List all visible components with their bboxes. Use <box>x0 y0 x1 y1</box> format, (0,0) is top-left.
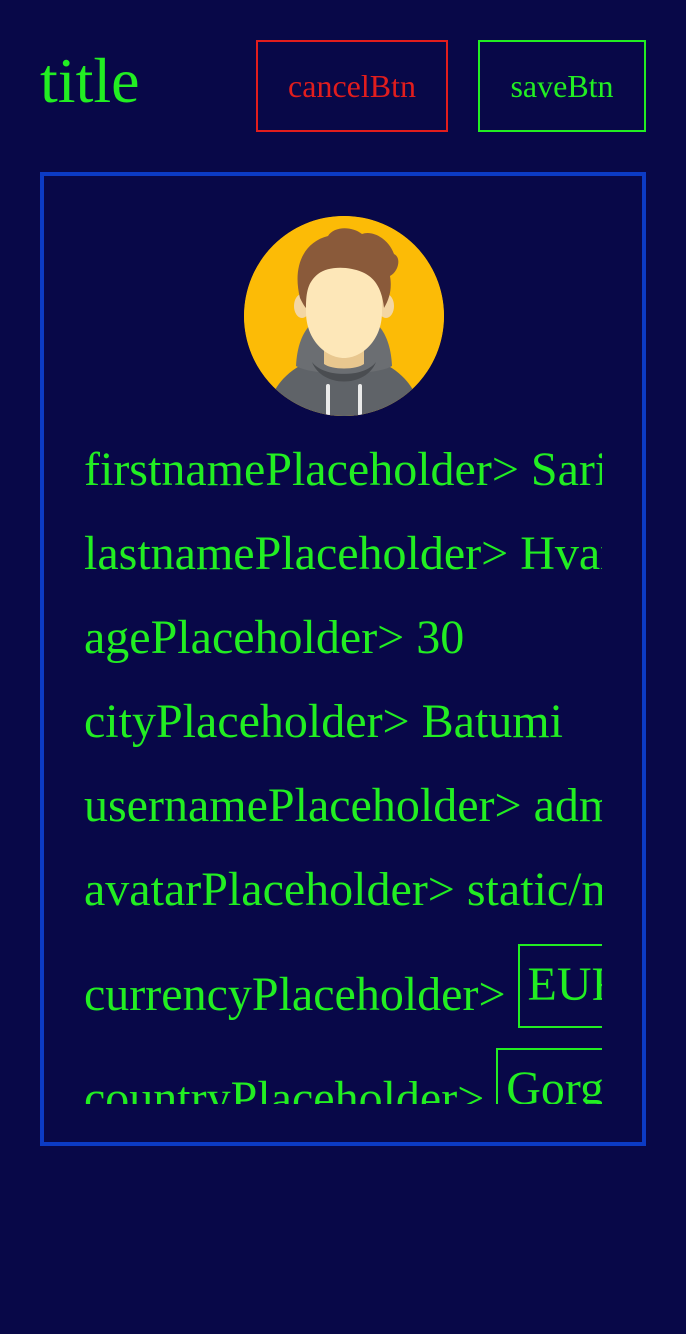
user-avatar-hoodie-icon <box>244 216 444 416</box>
username-field[interactable]: usernamePlaceholder>admin <box>84 778 602 834</box>
save-button[interactable]: saveBtn <box>478 40 646 132</box>
lastname-label: lastnamePlaceholder> <box>84 527 509 580</box>
currency-label: currencyPlaceholder> <box>84 968 506 1021</box>
avatar <box>244 216 444 416</box>
profile-fields: firstnamePlaceholder>Sarik lastnamePlace… <box>84 434 602 1104</box>
currency-select[interactable]: EUR <box>517 944 602 1028</box>
page-title: title <box>40 45 140 116</box>
firstname-field[interactable]: firstnamePlaceholder>Sarik <box>84 442 602 498</box>
header: title cancelBtn saveBtn <box>0 0 686 160</box>
firstname-label: firstnamePlaceholder> <box>84 443 519 496</box>
lastname-field[interactable]: lastnamePlaceholder>Hvar <box>84 526 602 582</box>
age-label: agePlaceholder> <box>84 611 405 664</box>
avatar-value: static/m <box>466 863 602 916</box>
username-value: admin <box>533 779 602 832</box>
avatar-field[interactable]: avatarPlaceholder> static/m <box>84 862 602 918</box>
avatar-label: avatarPlaceholder> <box>84 863 455 916</box>
age-field[interactable]: agePlaceholder> 30 <box>84 610 464 666</box>
age-value: 30 <box>416 611 465 664</box>
cancel-button[interactable]: cancelBtn <box>256 40 448 132</box>
city-field[interactable]: cityPlaceholder> Batumi <box>84 694 563 750</box>
country-field: countryPlaceholder> Gorg <box>84 1048 602 1104</box>
currency-field: currencyPlaceholder>EUR <box>84 944 602 1028</box>
city-label: cityPlaceholder> <box>84 695 410 748</box>
country-select[interactable]: Gorg <box>496 1048 602 1104</box>
profile-card: firstnamePlaceholder>Sarik lastnamePlace… <box>40 172 646 1146</box>
country-label: countryPlaceholder> <box>84 1072 485 1104</box>
city-value: Batumi <box>421 695 563 748</box>
firstname-value: Sarik <box>530 443 602 496</box>
username-label: usernamePlaceholder> <box>84 779 522 832</box>
lastname-value: Hvar <box>520 527 602 580</box>
